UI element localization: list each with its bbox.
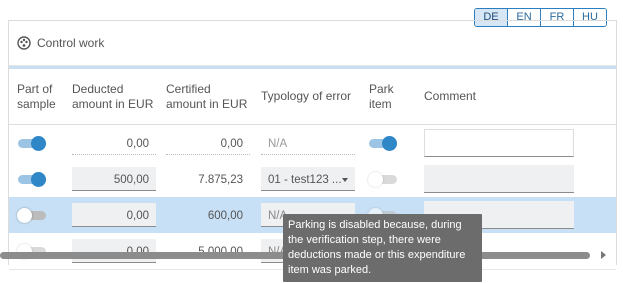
certified-amount: 5.000,00 — [166, 239, 250, 263]
deducted-amount-input[interactable]: 500,00 — [72, 167, 156, 191]
column-typology: Typology of error — [261, 89, 352, 103]
parking-disabled-tooltip: Parking is disabled because, during the … — [283, 214, 482, 282]
column-deducted: Deducted amount in EUR — [72, 81, 154, 111]
column-certified: Certified amount in EUR — [166, 81, 248, 111]
table-header: Part of sample Deducted amount in EUR Ce… — [9, 69, 616, 125]
park-item-toggle[interactable] — [368, 172, 397, 187]
typology-value: N/A — [261, 131, 355, 155]
column-part-of-sample: Part of sample — [17, 81, 56, 111]
typology-select[interactable]: 01 - test123 ... — [261, 167, 355, 191]
comment-field[interactable] — [424, 129, 574, 157]
panel-header: Control work — [9, 21, 616, 66]
panel-title: Control work — [37, 36, 105, 50]
deducted-amount: 0,00 — [72, 131, 156, 155]
park-item-toggle[interactable] — [369, 136, 397, 151]
part-of-sample-toggle[interactable] — [18, 172, 46, 187]
scroll-right-arrow-icon[interactable] — [601, 251, 606, 259]
part-of-sample-toggle[interactable] — [18, 136, 46, 151]
column-comment: Comment — [424, 89, 477, 103]
certified-amount: 0,00 — [166, 131, 250, 155]
typology-select-value: 01 - test123 ... — [268, 174, 342, 186]
deducted-amount-input[interactable]: 0,00 — [72, 239, 156, 263]
table-row: 0,00 0,00 N/A — [9, 125, 616, 162]
palette-icon — [17, 36, 31, 50]
certified-amount: 600,00 — [207, 210, 243, 222]
chevron-down-icon — [342, 178, 348, 182]
comment-field[interactable] — [424, 165, 574, 193]
deducted-amount-input[interactable]: 0,00 — [72, 203, 156, 227]
column-park-item: Park item — [369, 81, 394, 111]
certified-amount: 7.875,23 — [198, 174, 243, 186]
part-of-sample-toggle[interactable] — [17, 208, 46, 223]
table-row: 500,00 7.875,23 01 - test123 ... — [9, 161, 616, 198]
